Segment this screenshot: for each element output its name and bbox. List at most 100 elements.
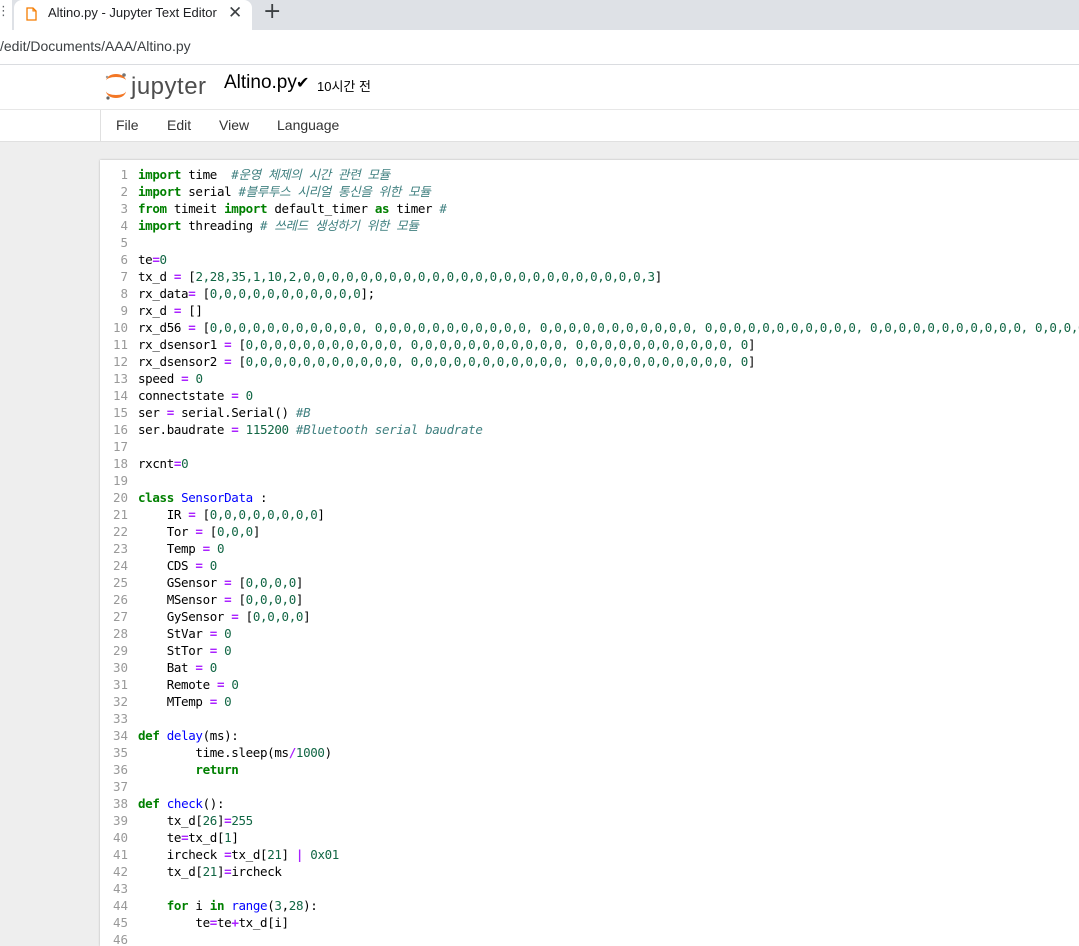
code-line[interactable]: ser.baudrate = 115200 #Bluetooth serial … xyxy=(138,421,1079,438)
code-line[interactable]: Bat = 0 xyxy=(138,659,1079,676)
code-line[interactable]: tx_d[21]=ircheck xyxy=(138,863,1079,880)
close-icon[interactable]: ✕ xyxy=(228,3,242,23)
code-line[interactable] xyxy=(138,710,1079,727)
code-token: te xyxy=(216,915,232,930)
code-token: connectstate xyxy=(138,388,232,403)
code-token: 0 xyxy=(231,677,239,692)
line-number: 31 xyxy=(112,677,128,692)
code-line[interactable] xyxy=(138,472,1079,489)
code-token: serial xyxy=(181,184,239,199)
menu-file[interactable]: File xyxy=(116,117,139,133)
code-line[interactable]: import threading # 쓰레드 생성하기 위한 모듈 xyxy=(138,217,1079,234)
code-token: = xyxy=(202,541,211,556)
code-token: [ xyxy=(231,337,246,352)
file-name[interactable]: Altino.py xyxy=(224,72,297,94)
code-line[interactable]: te=0 xyxy=(138,251,1079,268)
code-line[interactable] xyxy=(138,778,1079,795)
browser-tab-active[interactable]: Altino.py - Jupyter Text Editor ✕ xyxy=(14,0,252,30)
previous-tab-edge[interactable]: ⋮ xyxy=(0,0,12,30)
code-line[interactable]: Tor = [0,0,0] xyxy=(138,523,1079,540)
code-line[interactable]: Remote = 0 xyxy=(138,676,1079,693)
line-number: 32 xyxy=(112,694,128,709)
code-line[interactable]: rx_d56 = [0,0,0,0,0,0,0,0,0,0,0, 0,0,0,0… xyxy=(138,319,1079,336)
code-line[interactable]: StTor = 0 xyxy=(138,642,1079,659)
code-line[interactable]: rx_dsensor1 = [0,0,0,0,0,0,0,0,0,0,0, 0,… xyxy=(138,336,1079,353)
code-line[interactable]: import serial #블루투스 시리얼 통신을 위한 모듈 xyxy=(138,183,1079,200)
code-token: 0 xyxy=(181,456,189,471)
address-bar[interactable]: /edit/Documents/AAA/Altino.py xyxy=(0,30,1079,65)
line-number: 1 xyxy=(120,167,128,182)
code-line[interactable]: rx_d = [] xyxy=(138,302,1079,319)
line-number: 15 xyxy=(112,405,128,420)
code-line[interactable]: rx_dsensor2 = [0,0,0,0,0,0,0,0,0,0,0, 0,… xyxy=(138,353,1079,370)
code-line[interactable]: GSensor = [0,0,0,0] xyxy=(138,574,1079,591)
code-token: StTor xyxy=(138,643,210,658)
code-line[interactable]: from timeit import default_timer as time… xyxy=(138,200,1079,217)
code-line[interactable] xyxy=(138,931,1079,946)
code-line[interactable] xyxy=(138,234,1079,251)
code-line[interactable]: te=tx_d[1] xyxy=(138,829,1079,846)
code-token: 0,0,0,0,0,0,0,0,0,0,0, 0,0,0,0,0,0,0,0,0… xyxy=(245,354,749,369)
menu-edit[interactable]: Edit xyxy=(167,117,191,133)
code-token: rxcnt xyxy=(138,456,174,471)
line-number: 2 xyxy=(120,184,128,199)
code-line[interactable]: connectstate = 0 xyxy=(138,387,1079,404)
code-token: = xyxy=(209,915,218,930)
code-token: import xyxy=(224,201,268,216)
code-line[interactable]: tx_d = [2,28,35,1,10,2,0,0,0,0,0,0,0,0,0… xyxy=(138,268,1079,285)
code-line[interactable]: MTemp = 0 xyxy=(138,693,1079,710)
code-line[interactable]: speed = 0 xyxy=(138,370,1079,387)
code-token: time.sleep(ms xyxy=(138,745,289,760)
code-line[interactable] xyxy=(138,438,1079,455)
code-area[interactable]: import time #운영 체제의 시간 관련 모듈 import seria… xyxy=(138,166,1079,946)
code-line[interactable]: Temp = 0 xyxy=(138,540,1079,557)
new-tab-icon[interactable]: + xyxy=(263,0,281,24)
code-token: [ xyxy=(202,524,218,539)
code-token: 26 xyxy=(202,813,218,828)
code-line[interactable]: ircheck =tx_d[21] | 0x01 xyxy=(138,846,1079,863)
code-token: = xyxy=(152,252,160,267)
code-line[interactable]: return xyxy=(138,761,1079,778)
menu-bar: File Edit View Language xyxy=(0,109,1079,142)
code-token: 0,0,0,0 xyxy=(245,592,297,607)
code-line[interactable]: rx_data= [0,0,0,0,0,0,0,0,0,0,0]; xyxy=(138,285,1079,302)
code-line[interactable]: def check(): xyxy=(138,795,1079,812)
code-line[interactable]: GySensor = [0,0,0,0] xyxy=(138,608,1079,625)
url-text[interactable]: /edit/Documents/AAA/Altino.py xyxy=(0,38,191,54)
code-token: 1000 xyxy=(295,745,325,760)
code-line[interactable]: time.sleep(ms/1000) xyxy=(138,744,1079,761)
code-token: rx_data xyxy=(138,286,189,301)
tab-separator: ⋮ xyxy=(0,4,10,19)
code-token: ] xyxy=(317,507,325,522)
code-token: class xyxy=(138,490,174,505)
line-number: 24 xyxy=(112,558,128,573)
menu-language[interactable]: Language xyxy=(277,117,339,133)
code-line[interactable]: def delay(ms): xyxy=(138,727,1079,744)
menu-view[interactable]: View xyxy=(219,117,249,133)
jupyter-logo[interactable]: jupyter xyxy=(103,71,213,107)
code-editor[interactable]: 1 2 3 4 5 6 7 8 9 10 11 12 13 14 15 16 17 18 19 20 21 22 23 24 2… xyxy=(100,160,1079,946)
code-line[interactable]: for i in range(3,28): xyxy=(138,897,1079,914)
code-line[interactable]: MSensor = [0,0,0,0] xyxy=(138,591,1079,608)
code-token: (): xyxy=(202,796,225,811)
code-line[interactable]: StVar = 0 xyxy=(138,625,1079,642)
code-line[interactable]: import time #운영 체제의 시간 관련 모듈 xyxy=(138,166,1079,183)
code-line[interactable]: te=te+tx_d[i] xyxy=(138,914,1079,931)
code-token: 0 xyxy=(224,626,232,641)
code-line[interactable]: rxcnt=0 xyxy=(138,455,1079,472)
line-number: 11 xyxy=(112,337,128,352)
code-line[interactable]: class SensorData : xyxy=(138,489,1079,506)
code-line[interactable]: CDS = 0 xyxy=(138,557,1079,574)
code-token: = xyxy=(173,269,182,284)
code-line[interactable]: tx_d[26]=255 xyxy=(138,812,1079,829)
code-token: for xyxy=(166,898,189,913)
code-token: 21 xyxy=(267,847,282,862)
code-line[interactable]: IR = [0,0,0,0,0,0,0,0] xyxy=(138,506,1079,523)
line-number: 34 xyxy=(112,728,128,743)
code-line[interactable]: ser = serial.Serial() #B xyxy=(138,404,1079,421)
code-line[interactable] xyxy=(138,880,1079,897)
code-token: 0 xyxy=(209,558,218,573)
